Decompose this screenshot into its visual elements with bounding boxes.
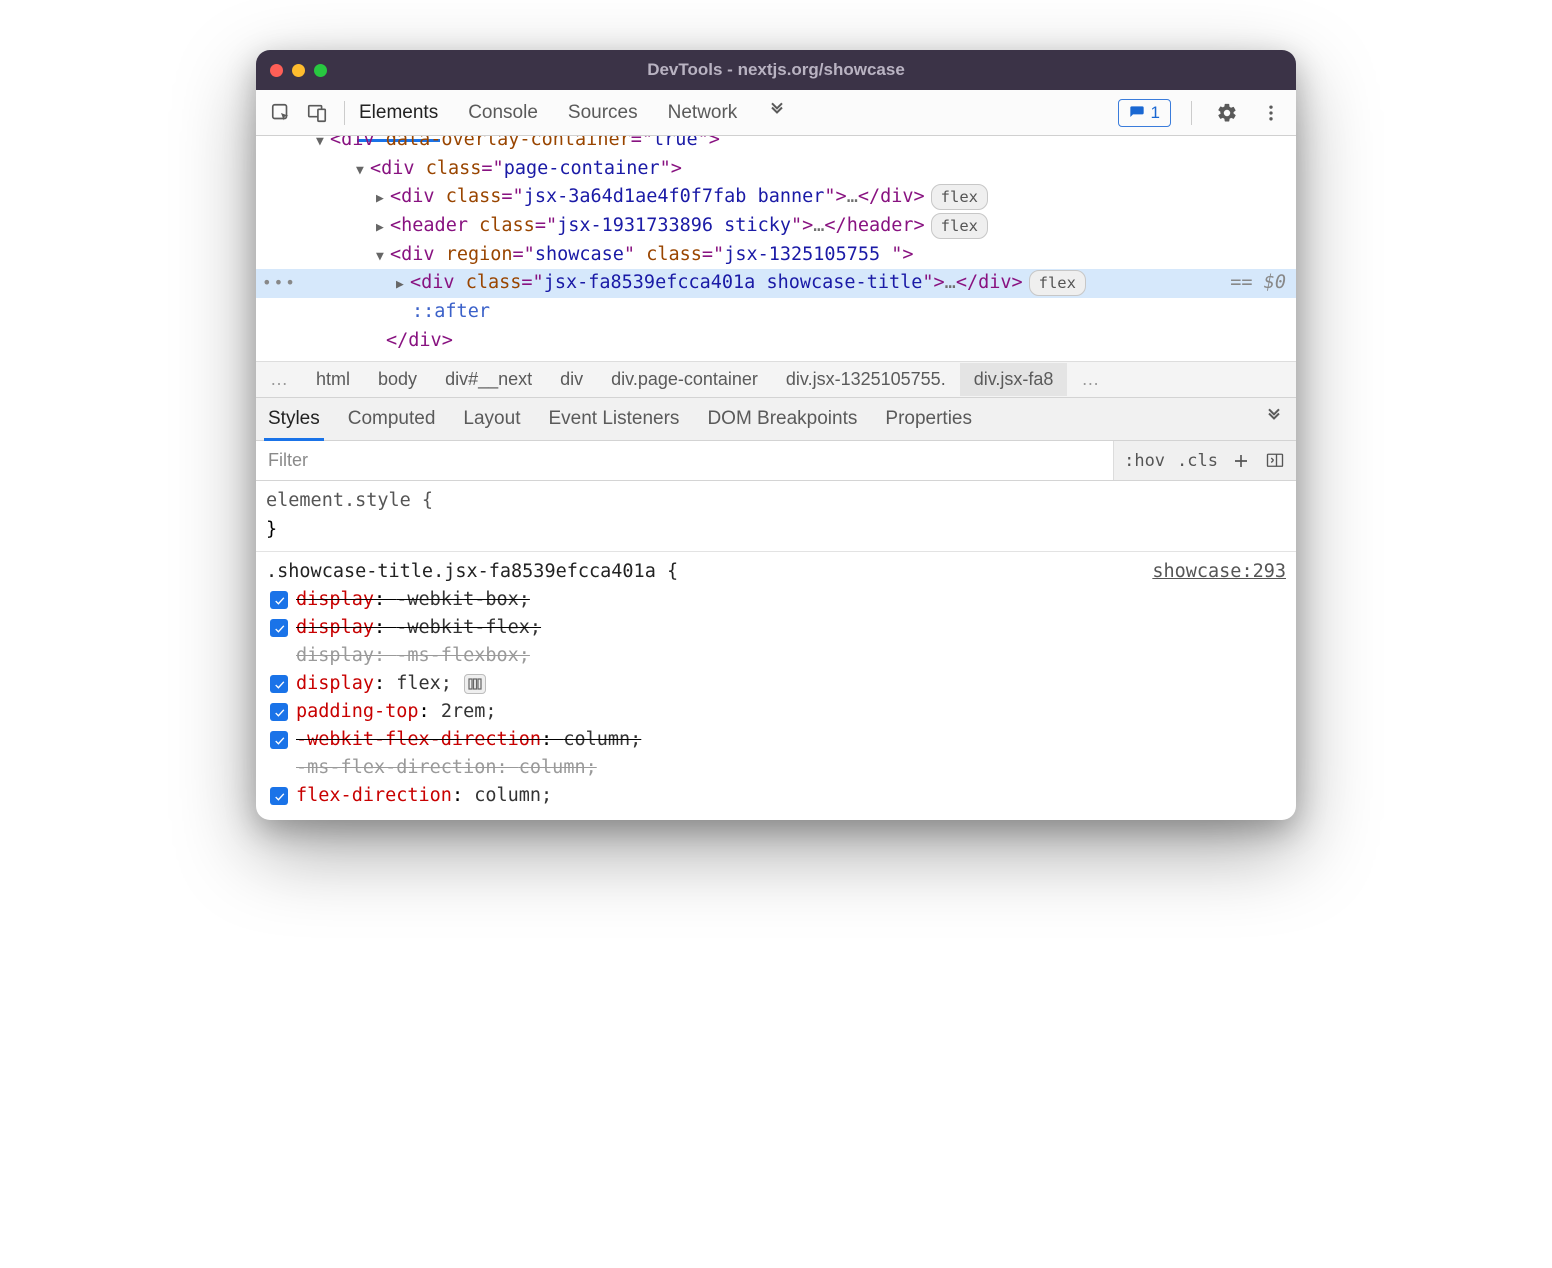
window-controls	[270, 64, 327, 77]
devtools-window: DevTools - nextjs.org/showcase Elements …	[256, 50, 1296, 820]
toggle-cls-button[interactable]: .cls	[1177, 451, 1218, 471]
tab-event-listeners[interactable]: Event Listeners	[548, 408, 679, 430]
declaration-toggle-checkbox[interactable]	[270, 675, 288, 693]
css-declaration[interactable]: display: flex;	[270, 670, 1286, 698]
maximize-window-button[interactable]	[314, 64, 327, 77]
tab-layout[interactable]: Layout	[463, 408, 520, 430]
declaration-toggle-checkbox[interactable]	[270, 591, 288, 609]
tab-sources[interactable]: Sources	[566, 94, 640, 132]
main-toolbar: Elements Console Sources Network 1	[256, 90, 1296, 136]
tab-properties[interactable]: Properties	[885, 408, 972, 430]
flex-badge[interactable]: flex	[931, 213, 988, 239]
minimize-window-button[interactable]	[292, 64, 305, 77]
toolbar-separator	[344, 101, 345, 125]
tab-elements[interactable]: Elements	[357, 94, 440, 132]
declaration-text[interactable]: -ms-flex-direction: column;	[296, 754, 597, 783]
dom-node-selected[interactable]: ••• ▶<div class="jsx-fa8539efcca401a sho…	[256, 269, 1296, 298]
window-title: DevTools - nextjs.org/showcase	[647, 60, 905, 80]
toggle-hov-button[interactable]: :hov	[1124, 451, 1165, 471]
element-style-header[interactable]: element.style {	[266, 487, 1286, 516]
declaration-text[interactable]: display: -ms-flexbox;	[296, 642, 530, 671]
rule-source-link[interactable]: showcase:293	[1152, 558, 1286, 587]
flex-badge[interactable]: flex	[1029, 270, 1086, 296]
new-style-rule-icon[interactable]	[1230, 450, 1252, 472]
css-declaration[interactable]: display: -webkit-flex;	[270, 614, 1286, 642]
css-declaration[interactable]: padding-top: 2rem;	[270, 698, 1286, 726]
tab-computed[interactable]: Computed	[348, 408, 436, 430]
declaration-text[interactable]: flex-direction: column;	[296, 782, 552, 811]
css-declaration[interactable]: flex-direction: column;	[270, 782, 1286, 810]
styles-filter-buttons: :hov .cls	[1113, 441, 1296, 480]
close-window-button[interactable]	[270, 64, 283, 77]
dom-node[interactable]: ▶<div class="jsx-3a64d1ae4f0f7fab banner…	[256, 183, 1296, 212]
tab-styles[interactable]: Styles	[268, 408, 320, 430]
styles-pane-tabs: Styles Computed Layout Event Listeners D…	[256, 397, 1296, 441]
crumb-item[interactable]: div	[546, 363, 597, 396]
inspect-element-icon[interactable]	[266, 98, 296, 128]
styles-filter-bar: :hov .cls	[256, 441, 1296, 481]
crumb-item[interactable]: div.jsx-1325105755.	[772, 363, 960, 396]
toolbar-right: 1	[1118, 98, 1286, 128]
declarations-list: display: -webkit-box;display: -webkit-fl…	[266, 586, 1286, 810]
dom-node[interactable]: ▼<div region="showcase" class="jsx-13251…	[256, 241, 1296, 270]
flex-badge[interactable]: flex	[931, 184, 988, 210]
declaration-text[interactable]: -webkit-flex-direction: column;	[296, 726, 641, 755]
settings-icon[interactable]	[1212, 98, 1242, 128]
breadcrumb: … html body div#__next div div.page-cont…	[256, 361, 1296, 397]
styles-content: element.style { } showcase:293 .showcase…	[256, 481, 1296, 820]
dom-tree[interactable]: ▼<div data-overlay-container="true"> ▼<d…	[256, 136, 1296, 361]
declaration-text[interactable]: display: -webkit-box;	[296, 586, 530, 615]
css-declaration[interactable]: display: -ms-flexbox;	[270, 642, 1286, 670]
tabs-overflow-icon[interactable]	[765, 92, 789, 134]
declaration-text[interactable]: display: flex;	[296, 670, 452, 699]
issues-badge[interactable]: 1	[1118, 99, 1171, 127]
declaration-toggle-checkbox[interactable]	[270, 787, 288, 805]
crumb-item[interactable]: div.page-container	[597, 363, 772, 396]
tab-network[interactable]: Network	[666, 94, 740, 132]
ellipsis-icon[interactable]: •••	[262, 271, 297, 296]
styles-filter-input[interactable]	[256, 441, 1113, 480]
dom-node[interactable]: ▼<div data-overlay-container="true">	[256, 136, 1296, 155]
device-toggle-icon[interactable]	[302, 98, 332, 128]
crumb-overflow-right[interactable]: …	[1067, 363, 1113, 396]
tab-console[interactable]: Console	[466, 94, 540, 132]
flexbox-editor-icon[interactable]	[464, 674, 486, 694]
declaration-toggle-checkbox[interactable]	[270, 731, 288, 749]
rule-header[interactable]: showcase:293 .showcase-title.jsx-fa8539e…	[266, 558, 1286, 587]
panel-tabs: Elements Console Sources Network	[357, 92, 1112, 134]
tab-dom-breakpoints[interactable]: DOM Breakpoints	[707, 408, 857, 430]
css-declaration[interactable]: display: -webkit-box;	[270, 586, 1286, 614]
css-declaration[interactable]: -ms-flex-direction: column;	[270, 754, 1286, 782]
crumb-item[interactable]: html	[302, 363, 364, 396]
rule-close-brace: }	[266, 516, 1286, 545]
crumb-item[interactable]: div#__next	[431, 363, 546, 396]
pane-tabs-overflow-icon[interactable]	[1264, 406, 1284, 432]
crumb-item[interactable]: body	[364, 363, 431, 396]
toolbar-separator	[1191, 101, 1192, 125]
rule-divider	[256, 551, 1296, 552]
console-ref-label: == $0	[1230, 269, 1286, 298]
issues-count: 1	[1151, 103, 1160, 123]
crumb-item-selected[interactable]: div.jsx-fa8	[960, 363, 1068, 396]
declaration-text[interactable]: display: -webkit-flex;	[296, 614, 541, 643]
dom-node[interactable]: ▼<div class="page-container">	[256, 155, 1296, 184]
dom-node[interactable]: ▶<header class="jsx-1931733896 sticky">……	[256, 212, 1296, 241]
kebab-menu-icon[interactable]	[1256, 98, 1286, 128]
dom-node[interactable]: ::after	[256, 298, 1296, 327]
crumb-overflow-left[interactable]: …	[256, 363, 302, 396]
css-declaration[interactable]: -webkit-flex-direction: column;	[270, 726, 1286, 754]
declaration-toggle-checkbox[interactable]	[270, 703, 288, 721]
titlebar: DevTools - nextjs.org/showcase	[256, 50, 1296, 90]
dom-node[interactable]: </div>	[256, 327, 1296, 356]
toggle-sidebar-icon[interactable]	[1264, 450, 1286, 472]
declaration-text[interactable]: padding-top: 2rem;	[296, 698, 497, 727]
declaration-toggle-checkbox[interactable]	[270, 619, 288, 637]
